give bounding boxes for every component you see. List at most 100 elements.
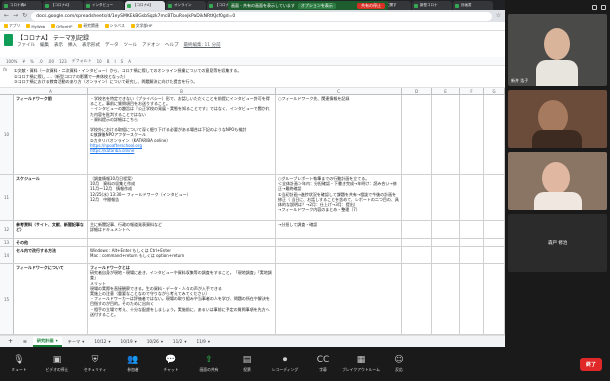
- empty-cell[interactable]: [460, 221, 484, 238]
- share-button[interactable]: ⇧ 画面の共有: [190, 355, 228, 373]
- row-number[interactable]: 11: [0, 175, 14, 220]
- toolbar-button[interactable]: 100%: [6, 59, 17, 64]
- empty-cell[interactable]: [432, 239, 460, 246]
- browser-tab[interactable]: 【コロナA】: [43, 1, 83, 10]
- chevron-down-icon[interactable]: ▾: [108, 339, 110, 344]
- breakout-button[interactable]: ▦ ブレイクアウトルーム: [342, 355, 380, 373]
- bookmark-item[interactable]: 文学部HP: [130, 23, 152, 29]
- toolbar-button[interactable]: A: [128, 59, 131, 64]
- forward-icon[interactable]: →: [13, 13, 18, 19]
- cell-label[interactable]: スケジュール: [14, 175, 88, 220]
- chevron-down-icon[interactable]: ▾: [161, 339, 163, 344]
- bookmark-item[interactable]: アプリ: [4, 23, 20, 29]
- empty-cell[interactable]: [432, 247, 460, 263]
- cell-notes[interactable]: ○フィールドワーク先、関連情報を記録: [276, 95, 402, 174]
- column-header[interactable]: C: [276, 88, 402, 95]
- last-edit-link[interactable]: 最終編集: 11 分前: [184, 42, 221, 48]
- toolbar-button[interactable]: I: [114, 59, 115, 64]
- cell-content[interactable]: 主に新聞記事、行政の報道発表資料など 詳細はドキュメントへ: [88, 221, 276, 238]
- menu-item[interactable]: アドオン: [142, 42, 160, 48]
- empty-cell[interactable]: [432, 175, 460, 220]
- browser-tab[interactable]: コロナ禍A: [2, 1, 42, 10]
- empty-cell[interactable]: [460, 247, 484, 263]
- video-button[interactable]: ▣ ビデオの停止: [38, 355, 76, 373]
- column-header[interactable]: B: [88, 88, 276, 95]
- browser-tab[interactable]: 計画書: [453, 1, 493, 10]
- chevron-down-icon[interactable]: ▾: [82, 339, 84, 344]
- browser-tab[interactable]: 新型コロナ: [412, 1, 452, 10]
- participants-button[interactable]: 👥 参加者: [114, 355, 152, 373]
- empty-cell[interactable]: [484, 95, 505, 174]
- column-header[interactable]: E: [432, 88, 460, 95]
- row-number[interactable]: 13: [0, 239, 14, 246]
- row-number[interactable]: 10: [0, 95, 14, 174]
- record-button[interactable]: ⏺ レコーディング: [266, 355, 304, 373]
- cell-notes[interactable]: [276, 239, 402, 246]
- chevron-down-icon[interactable]: ▾: [135, 339, 137, 344]
- sheet-tab[interactable]: 11/2 ▾: [169, 337, 191, 347]
- video-tile-2[interactable]: [508, 90, 607, 148]
- empty-cell[interactable]: [432, 264, 460, 334]
- browser-tab[interactable]: インタビュー: [84, 1, 124, 10]
- cell-label[interactable]: 参考資料（サイト、文献、新聞記事など）: [14, 221, 88, 238]
- star-icon[interactable]: ☆: [496, 13, 501, 19]
- reload-icon[interactable]: ↻: [22, 13, 27, 19]
- back-icon[interactable]: ←: [4, 13, 9, 19]
- toolbar-button[interactable]: 10: [97, 59, 102, 64]
- sheet-tab[interactable]: 10/26 ▾: [143, 337, 167, 347]
- video-tile-1[interactable]: 新井 浩子: [508, 14, 607, 86]
- toolbar-button[interactable]: %: [30, 59, 34, 64]
- end-meeting-button[interactable]: 終了: [579, 357, 602, 371]
- browser-tab[interactable]: 【コロナA】: [125, 1, 165, 10]
- document-title[interactable]: 【コロナA】 テーマ別記録: [17, 33, 89, 42]
- cell-notes[interactable]: [276, 247, 402, 263]
- sheet-tab[interactable]: 研究計画 ▾: [32, 336, 62, 347]
- bookmark-item[interactable]: 研究関連: [78, 23, 99, 29]
- chevron-down-icon[interactable]: ▾: [56, 338, 58, 343]
- menu-item[interactable]: ツール: [124, 42, 138, 48]
- security-button[interactable]: ⛨ セキュリティ: [76, 355, 114, 373]
- cc-button[interactable]: CC 字幕: [304, 355, 342, 373]
- toolbar-button[interactable]: .0: [39, 59, 43, 64]
- chat-button[interactable]: 💬 チャット: [152, 355, 190, 373]
- cell-content[interactable]: フィールドワークとは 研究者自身が現地・現場に赴き、インタビューや資料収集等の調査…: [88, 264, 276, 334]
- cell-content[interactable]: [88, 239, 276, 246]
- bookmark-item[interactable]: OfficeHP: [51, 24, 72, 29]
- empty-cell[interactable]: [402, 247, 432, 263]
- menu-item[interactable]: 表示形式: [82, 42, 100, 48]
- toolbar-button[interactable]: デフォルト: [72, 58, 92, 64]
- column-header[interactable]: D: [402, 88, 432, 95]
- poll-button[interactable]: ▤ 投票: [228, 355, 266, 373]
- browser-tab[interactable]: オンライン: [166, 1, 206, 10]
- add-sheet-button[interactable]: +: [4, 337, 17, 347]
- mic-button[interactable]: 🎙 ミュート: [0, 355, 38, 373]
- empty-cell[interactable]: [402, 175, 432, 220]
- empty-cell[interactable]: [402, 95, 432, 174]
- url-input[interactable]: docs.google.com/spreadsheets/d/1eySMKEkB…: [31, 11, 492, 21]
- sheet-tab[interactable]: 11/9 ▾: [192, 337, 214, 347]
- cell-content[interactable]: （調査情報10月日程案） 10月 資料の収集と作成 11月〜12月 情報作成 1…: [88, 175, 276, 220]
- empty-cell[interactable]: [484, 247, 505, 263]
- gallery-view-icon[interactable]: [601, 4, 606, 10]
- cell-notes[interactable]: →分担して調査・確認: [276, 221, 402, 238]
- cell-label[interactable]: セル内で改行する方法: [14, 247, 88, 263]
- chevron-down-icon[interactable]: ▾: [208, 339, 210, 344]
- empty-cell[interactable]: [460, 95, 484, 174]
- cell-label[interactable]: フィールドワーク前: [14, 95, 88, 174]
- empty-cell[interactable]: [432, 95, 460, 174]
- menu-item[interactable]: 編集: [40, 42, 49, 48]
- empty-cell[interactable]: [432, 221, 460, 238]
- chevron-down-icon[interactable]: ▾: [184, 339, 186, 344]
- column-header[interactable]: A: [14, 88, 88, 95]
- empty-cell[interactable]: [460, 264, 484, 334]
- cell-content[interactable]: Windows : Alt+Enter もしくは Ctrl+Enter Mac …: [88, 247, 276, 263]
- empty-cell[interactable]: [484, 264, 505, 334]
- sheet-tab[interactable]: 10/19 ▾: [117, 337, 141, 347]
- empty-cell[interactable]: [402, 264, 432, 334]
- formula-bar[interactable]: fx ①文献・資料（一次資料・二次資料・インタビュー）から、コロナ禍に際してのオ…: [0, 66, 505, 88]
- video-tile-3[interactable]: [508, 152, 607, 210]
- cell-content[interactable]: ・学校名を特定できない（プライバシー）形で、お話しいただくことを前提にインタビュ…: [88, 95, 276, 174]
- video-tile-4[interactable]: 森戸 修治: [508, 214, 607, 272]
- cell-link[interactable]: https://katariba.online: [90, 148, 273, 153]
- all-sheets-button[interactable]: ☰: [19, 337, 31, 347]
